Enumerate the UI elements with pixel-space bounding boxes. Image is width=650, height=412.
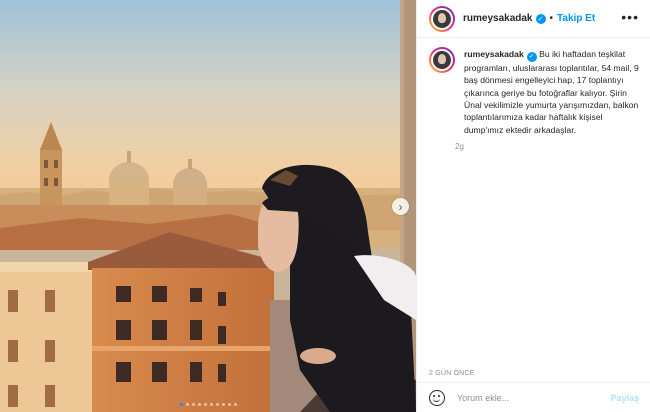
- share-button[interactable]: Paylaş: [610, 393, 639, 403]
- post-photo[interactable]: ›: [0, 0, 416, 412]
- avatar[interactable]: [429, 5, 455, 32]
- caption-text: Bu iki haftadan teşkilat programları, ul…: [464, 49, 639, 135]
- follow-button[interactable]: Takip Et: [557, 13, 595, 24]
- post-date[interactable]: 2 GÜN ÖNCE: [417, 366, 650, 382]
- carousel-next-button[interactable]: ›: [392, 198, 409, 215]
- comment-bar: Paylaş: [417, 382, 650, 412]
- carousel-dot: [179, 403, 183, 406]
- carousel-dot: [221, 403, 225, 406]
- verified-badge-icon: ✓: [526, 52, 537, 63]
- carousel-dot: [215, 403, 219, 406]
- carousel-dot: [185, 403, 189, 406]
- emoji-icon[interactable]: [429, 389, 445, 406]
- username-link[interactable]: rumeysakadak: [463, 13, 533, 24]
- carousel-dot: [197, 403, 201, 406]
- carousel-dot: [209, 403, 213, 406]
- post-header: rumeysakadak ✓ • Takip Et •••: [417, 0, 650, 38]
- separator-dot: •: [549, 13, 554, 24]
- verified-badge-icon: ✓: [535, 13, 546, 24]
- rome-rooftop-photo: [0, 0, 416, 412]
- chevron-right-icon: ›: [398, 199, 403, 214]
- more-options-icon[interactable]: •••: [621, 10, 639, 24]
- caption: rumeysakadak ✓ Bu iki haftadan teşkilat p…: [429, 47, 643, 151]
- carousel-dot: [227, 403, 231, 406]
- carousel-dots: [0, 403, 416, 406]
- caption-text-block: rumeysakadak ✓ Bu iki haftadan teşkilat p…: [464, 48, 643, 136]
- post-footer: 2 GÜN ÖNCE Paylaş: [417, 366, 650, 412]
- carousel-dot: [233, 403, 237, 406]
- caption-timestamp[interactable]: 2g: [455, 142, 643, 151]
- caption-username[interactable]: rumeysakadak: [464, 49, 524, 59]
- carousel-dot: [191, 403, 195, 406]
- post-side-panel: rumeysakadak ✓ • Takip Et ••• rumeysakad…: [416, 0, 650, 412]
- carousel-dot: [203, 403, 207, 406]
- comment-input[interactable]: [457, 392, 607, 403]
- caption-avatar[interactable]: [429, 47, 455, 73]
